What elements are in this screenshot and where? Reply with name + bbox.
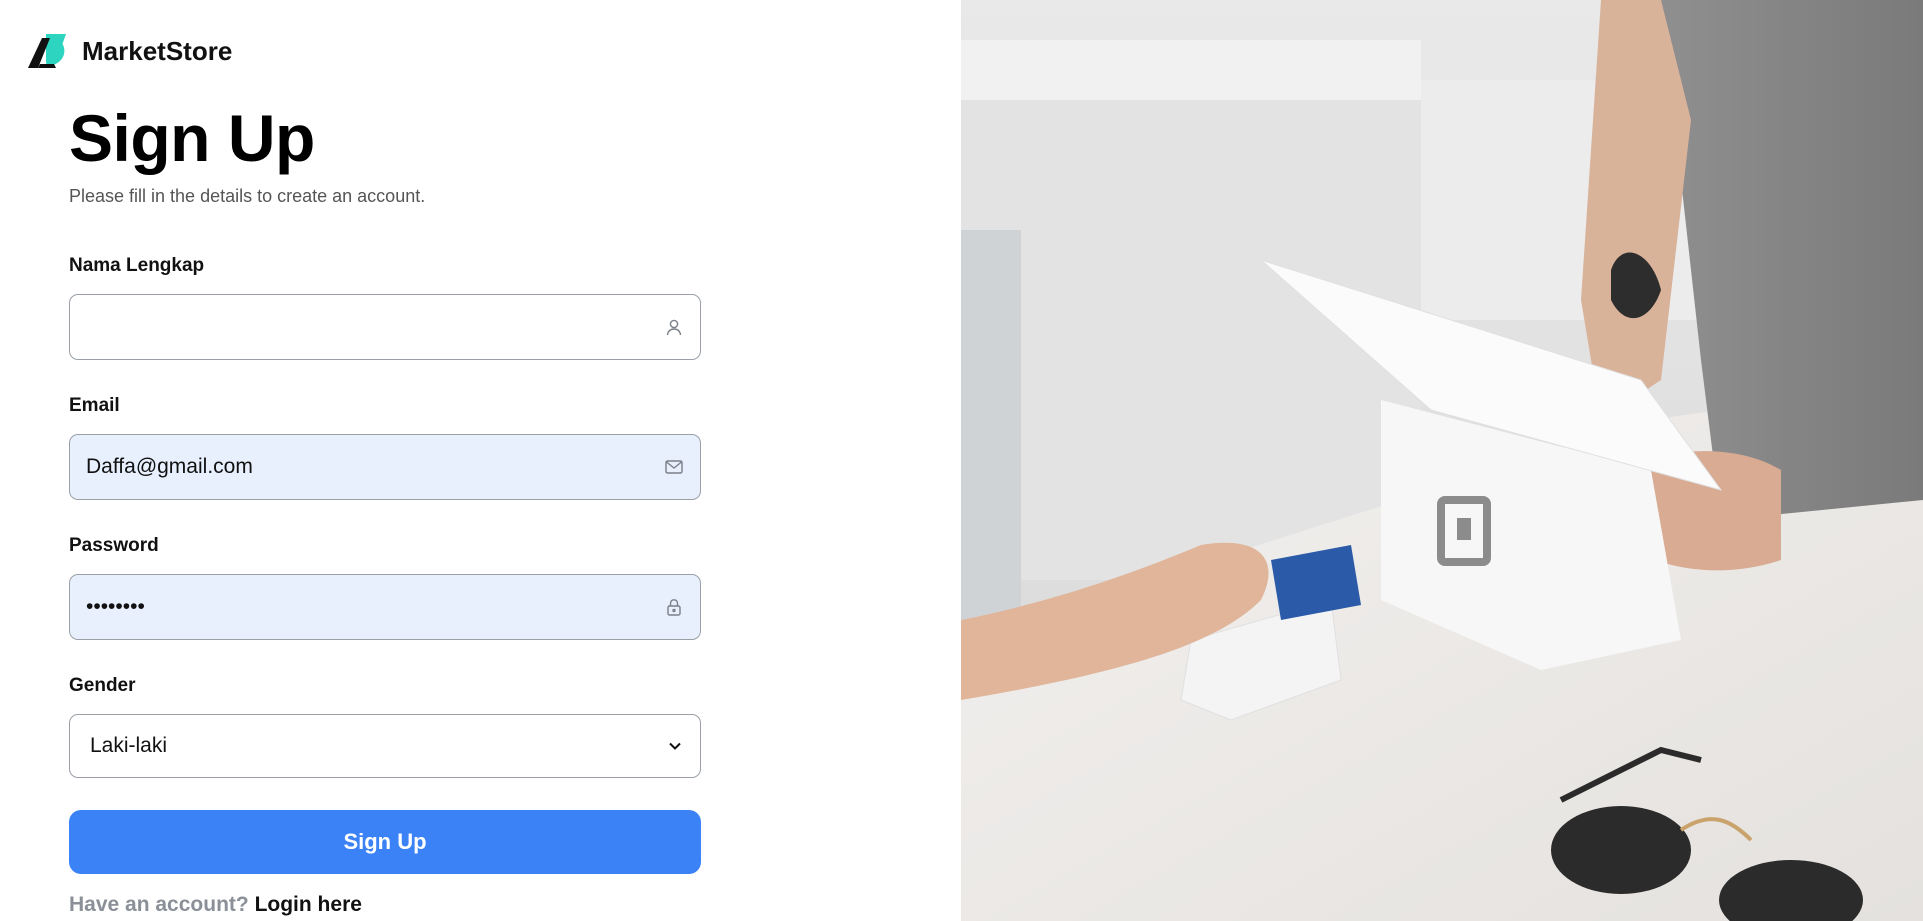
user-icon xyxy=(666,319,682,336)
email-label: Email xyxy=(69,395,120,416)
email-input[interactable] xyxy=(70,435,700,499)
gender-select[interactable]: Laki-laki xyxy=(69,714,701,778)
lock-icon xyxy=(667,599,681,616)
page-subtitle: Please fill in the details to create an … xyxy=(69,186,426,206)
signup-panel: MarketStore Sign Up Please fill in the d… xyxy=(0,0,961,921)
password-field[interactable] xyxy=(69,574,701,640)
full-name-label: Nama Lengkap xyxy=(69,255,205,276)
login-link[interactable]: Login here xyxy=(255,893,362,916)
page-title: Sign Up xyxy=(69,101,315,175)
logo-icon xyxy=(28,34,66,68)
login-prompt-text: Have an account? xyxy=(69,893,249,916)
email-field[interactable] xyxy=(69,434,701,500)
login-prompt: Have an account? Login here xyxy=(69,893,362,917)
brand[interactable]: MarketStore xyxy=(26,32,232,70)
chevron-down-icon xyxy=(669,742,681,750)
gender-label: Gender xyxy=(69,675,136,696)
password-label: Password xyxy=(69,535,159,556)
password-input[interactable] xyxy=(70,575,700,639)
gender-selected-value: Laki-laki xyxy=(90,734,168,757)
brand-name: MarketStore xyxy=(82,35,233,66)
mail-icon xyxy=(665,460,683,474)
hero-image xyxy=(961,0,1923,921)
full-name-field[interactable] xyxy=(69,294,701,360)
full-name-input[interactable] xyxy=(70,295,700,359)
payment-terminal-photo xyxy=(961,0,1923,921)
signup-button[interactable]: Sign Up xyxy=(69,810,701,874)
